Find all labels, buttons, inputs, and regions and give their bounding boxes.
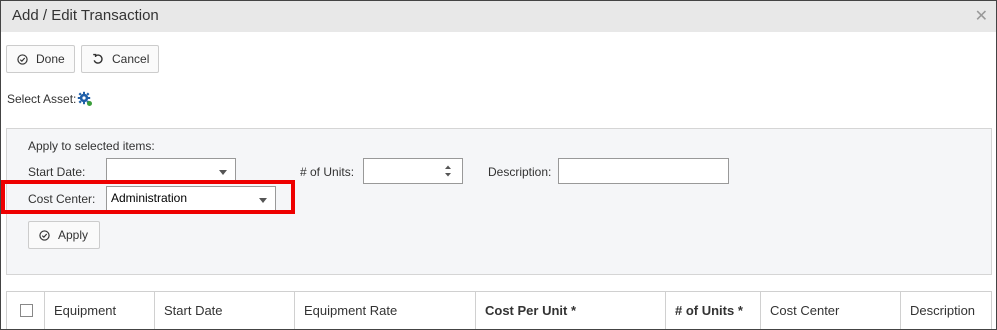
check-circle-icon — [17, 53, 28, 65]
gear-icon[interactable] — [77, 91, 93, 107]
chevron-down-icon — [219, 170, 227, 175]
column-header-label: Start Date — [164, 303, 223, 318]
column-header-label: Cost Center — [770, 303, 840, 318]
column-header-description[interactable]: Description — [901, 292, 991, 329]
column-header-units[interactable]: # of Units * — [666, 292, 761, 329]
select-asset-label: Select Asset: — [7, 92, 77, 106]
column-header-equipment-rate[interactable]: Equipment Rate — [295, 292, 476, 329]
undo-icon — [92, 53, 104, 65]
done-button[interactable]: Done — [6, 45, 75, 73]
cost-center-highlight — [1, 180, 295, 214]
spinner-icon[interactable] — [444, 163, 452, 179]
start-date-label: Start Date: — [28, 165, 86, 179]
apply-panel-heading: Apply to selected items: — [28, 139, 155, 153]
units-stepper[interactable] — [363, 158, 463, 184]
column-header-cost-per-unit[interactable]: Cost Per Unit * — [476, 292, 666, 329]
select-asset-row: Select Asset: — [7, 91, 93, 107]
description-label: Description: — [488, 165, 552, 179]
column-header-label: Equipment — [54, 303, 117, 318]
apply-label: Apply — [58, 228, 89, 242]
dialog-title: Add / Edit Transaction — [12, 7, 159, 24]
add-edit-transaction-dialog: Add / Edit Transaction ✕ Done Cancel Sel… — [0, 0, 997, 330]
cancel-button[interactable]: Cancel — [81, 45, 159, 73]
select-all-checkbox[interactable] — [20, 304, 33, 317]
column-header-cost-center[interactable]: Cost Center — [761, 292, 901, 329]
dialog-titlebar[interactable]: Add / Edit Transaction ✕ — [1, 1, 996, 32]
close-icon[interactable]: ✕ — [975, 6, 988, 26]
column-header-start-date[interactable]: Start Date — [155, 292, 295, 329]
column-header-label: # of Units * — [675, 303, 743, 318]
column-header-label: Equipment Rate — [304, 303, 398, 318]
done-label: Done — [36, 52, 65, 66]
column-header-label: Description — [910, 303, 976, 318]
units-label: # of Units: — [300, 165, 355, 179]
column-header-equipment[interactable]: Equipment — [45, 292, 155, 329]
select-all-cell — [7, 292, 45, 329]
column-header-label: Cost Per Unit * — [485, 303, 577, 318]
cancel-label: Cancel — [112, 52, 150, 66]
apply-button[interactable]: Apply — [28, 221, 100, 249]
description-input[interactable] — [558, 158, 729, 184]
check-circle-icon — [39, 229, 50, 241]
transaction-grid-header: Equipment Start Date Equipment Rate Cost… — [6, 291, 992, 329]
